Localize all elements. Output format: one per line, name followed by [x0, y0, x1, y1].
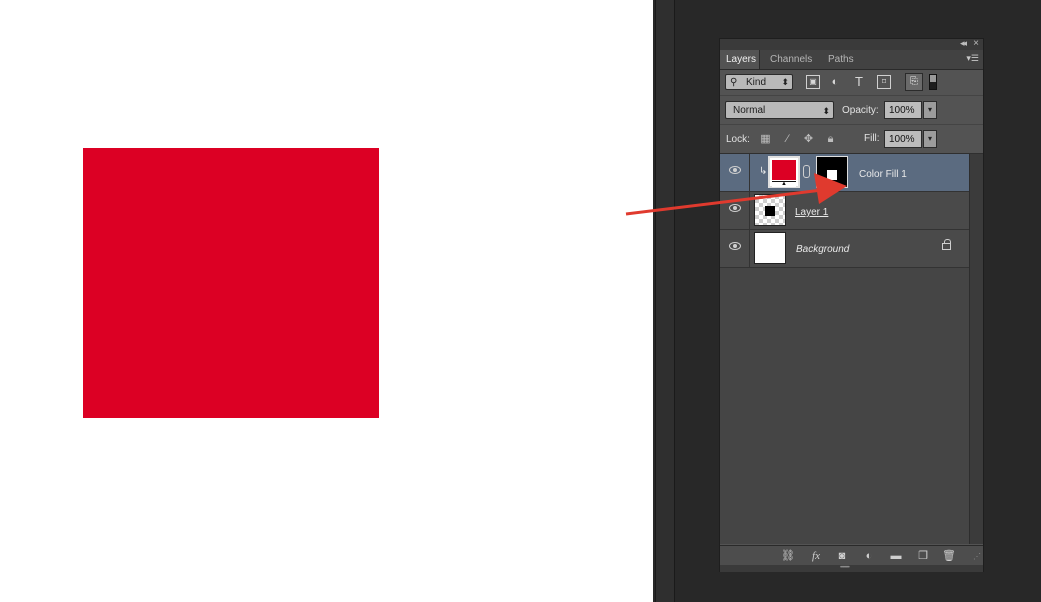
resize-grip-icon[interactable]: ⋰ — [973, 552, 981, 561]
eye-icon — [729, 166, 741, 174]
clipping-arrow-icon: ↳ — [759, 166, 768, 177]
layers-bottom-toolbar: ⛓︎ fx ◙ ◐ ▬ ❐ 🗑︎ ⋰ — [720, 545, 983, 565]
lock-label: Lock: — [726, 134, 750, 145]
close-icon[interactable]: × — [973, 38, 979, 49]
fill-dropdown-icon[interactable]: ▾ — [923, 130, 937, 148]
fx-icon[interactable]: fx — [808, 549, 824, 563]
new-group-icon[interactable]: ▬ — [888, 549, 904, 563]
layers-list: ↳ ▲ Color Fill 1 Layer 1 Background — [720, 154, 969, 544]
image-filter-icon[interactable]: ▣ — [806, 75, 820, 89]
layer-1-thumbnail[interactable] — [754, 194, 786, 226]
panel-tabs: Layers Channels Paths ▾☰ — [720, 50, 983, 70]
red-color-fill-square — [83, 148, 379, 418]
adjustment-layer-icon[interactable]: ◐ — [861, 549, 877, 563]
opacity-label: Opacity: — [842, 105, 879, 116]
eye-icon — [729, 242, 741, 250]
lock-row: Lock: ▦ ∕ ✥ 🔒︎ Fill: 100% ▾ — [720, 125, 983, 154]
color-fill-thumbnail[interactable]: ▲ — [768, 156, 800, 188]
layer-name[interactable]: Layer 1 — [795, 207, 828, 218]
panel-footer: •••••••• — [720, 565, 983, 572]
padlock-icon — [942, 239, 951, 250]
layer-row-color-fill-1[interactable]: ↳ ▲ Color Fill 1 — [720, 154, 969, 192]
mask-white-square — [827, 170, 837, 180]
opacity-dropdown-icon[interactable]: ▾ — [923, 101, 937, 119]
add-mask-icon[interactable]: ◙ — [834, 549, 850, 563]
lock-transparency-icon[interactable]: ▦ — [759, 133, 772, 146]
filter-row: ⚲ Kind ⬍ ▣ ◐ T ⌑ ⎘ — [720, 70, 983, 96]
search-icon: ⚲ — [730, 77, 738, 88]
double-chevron-left-icon[interactable]: ◂◂ — [960, 38, 967, 49]
blend-mode-value: Normal — [733, 105, 766, 116]
layer-name[interactable]: Color Fill 1 — [859, 169, 907, 180]
workspace-divider[interactable] — [655, 0, 675, 602]
visibility-toggle[interactable] — [720, 192, 750, 229]
smart-object-filter-icon[interactable]: ⎘ — [905, 73, 923, 91]
layers-panel: ◂◂ × Layers Channels Paths ▾☰ ⚲ Kind ⬍ ▣… — [719, 38, 984, 572]
lock-all-padlock-icon[interactable]: 🔒︎ — [824, 133, 837, 146]
tab-paths[interactable]: Paths — [822, 50, 860, 69]
fill-thumbnail-bar: ▲ — [772, 181, 796, 187]
lock-position-move-icon[interactable]: ✥ — [802, 133, 815, 146]
layer-mask-thumbnail[interactable] — [816, 156, 848, 188]
tab-channels[interactable]: Channels — [764, 50, 818, 69]
visibility-toggle[interactable] — [720, 154, 750, 191]
shape-filter-icon[interactable]: ⌑ — [877, 75, 891, 89]
link-layers-icon[interactable]: ⛓︎ — [780, 549, 796, 563]
layer-name[interactable]: Background — [796, 244, 849, 255]
visibility-toggle[interactable] — [720, 230, 750, 267]
fill-color-swatch — [772, 160, 796, 180]
thumbnail-black-square — [765, 206, 775, 216]
layers-scrollbar[interactable] — [969, 154, 983, 544]
updown-arrow-icon: ⬍ — [822, 106, 830, 116]
background-thumbnail[interactable] — [754, 232, 786, 264]
filter-on-off-switch[interactable] — [929, 74, 937, 90]
grip-dots-icon[interactable]: •••••••• — [840, 565, 850, 571]
new-layer-icon[interactable]: ❐ — [915, 549, 931, 563]
panel-title-bar[interactable]: ◂◂ × — [720, 38, 983, 50]
trash-icon[interactable]: 🗑︎ — [941, 549, 957, 563]
filter-kind-select[interactable]: ⚲ Kind ⬍ — [725, 74, 793, 90]
panel-menu-icon[interactable]: ▾☰ — [966, 53, 979, 64]
fill-input[interactable]: 100% — [884, 130, 922, 148]
tab-layers[interactable]: Layers — [720, 50, 760, 69]
document-canvas[interactable] — [0, 0, 653, 602]
layer-row-background[interactable]: Background — [720, 230, 969, 268]
chain-link-icon[interactable] — [803, 165, 810, 178]
fill-label: Fill: — [864, 133, 880, 144]
eye-icon — [729, 204, 741, 212]
layer-row-layer-1[interactable]: Layer 1 — [720, 192, 969, 230]
opacity-input[interactable]: 100% — [884, 101, 922, 119]
adjustment-filter-icon[interactable]: ◐ — [828, 75, 842, 89]
blend-mode-select[interactable]: Normal ⬍ — [725, 101, 834, 119]
updown-arrow-icon: ⬍ — [781, 77, 789, 87]
lock-paint-brush-icon[interactable]: ∕ — [781, 133, 794, 146]
blend-row: Normal ⬍ Opacity: 100% ▾ — [720, 96, 983, 125]
type-filter-icon[interactable]: T — [852, 75, 866, 89]
filter-kind-label: Kind — [746, 77, 767, 88]
